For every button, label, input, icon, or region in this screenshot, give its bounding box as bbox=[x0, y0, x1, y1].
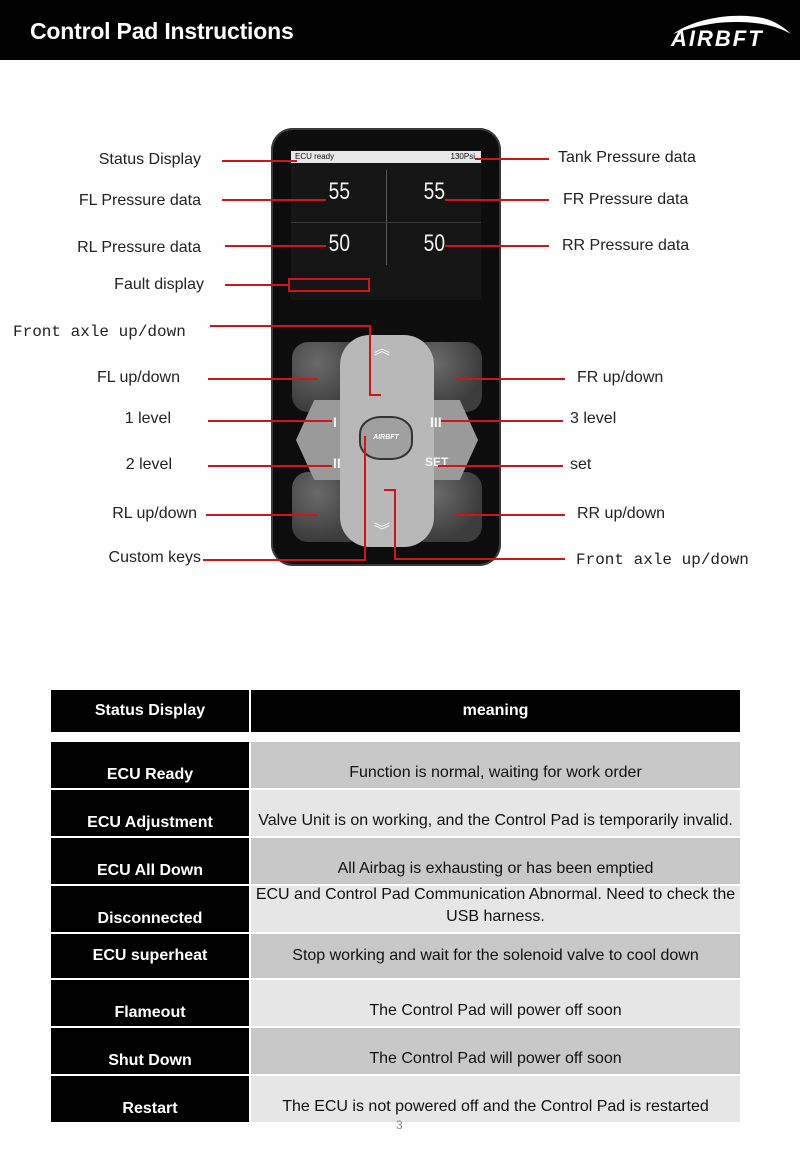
leader-line bbox=[225, 284, 288, 286]
leader-line bbox=[384, 489, 396, 491]
callout-fault-display: Fault display bbox=[114, 276, 204, 293]
table-row: Flameout The Control Pad will power off … bbox=[51, 980, 740, 1028]
callout-fl-up-down: FL up/down bbox=[96, 369, 180, 386]
callout-level1: 1 level bbox=[124, 410, 171, 427]
tank-pressure-value: 130Psi bbox=[450, 152, 475, 161]
meaning-cell: The Control Pad will power off soon bbox=[251, 1028, 740, 1076]
leader-line bbox=[210, 325, 370, 327]
leader-line bbox=[364, 436, 366, 561]
meaning-cell: All Airbag is exhausting or has been emp… bbox=[251, 838, 740, 886]
page-number: 3 bbox=[396, 1118, 403, 1132]
table-row: ECU Adjustment Valve Unit is on working,… bbox=[51, 790, 740, 838]
leader-line bbox=[456, 514, 565, 516]
custom-key[interactable]: AIRBFT bbox=[359, 416, 413, 460]
status-cell: ECU Adjustment bbox=[51, 790, 251, 838]
status-cell: ECU superheat bbox=[51, 934, 251, 980]
meaning-cell: Stop working and wait for the solenoid v… bbox=[251, 934, 740, 980]
callout-status-display: Status Display bbox=[98, 151, 201, 168]
leader-line bbox=[441, 420, 563, 422]
callout-tank-pressure: Tank Pressure data bbox=[558, 149, 696, 166]
table-row: Disconnected ECU and Control Pad Communi… bbox=[51, 886, 740, 934]
status-cell: Restart bbox=[51, 1076, 251, 1124]
front-axle-up-key[interactable]: ︽ bbox=[362, 342, 402, 358]
callout-fl-pressure: FL Pressure data bbox=[78, 192, 201, 209]
status-cell: Shut Down bbox=[51, 1028, 251, 1076]
fl-pressure-value: 55 bbox=[328, 178, 351, 205]
column-header-status: Status Display bbox=[51, 690, 251, 734]
leader-line bbox=[203, 559, 365, 561]
callout-rl-pressure: RL Pressure data bbox=[77, 239, 201, 256]
level3-key[interactable]: III bbox=[430, 414, 442, 430]
callout-level3: 3 level bbox=[570, 410, 617, 427]
column-header-meaning: meaning bbox=[251, 690, 740, 734]
leader-line bbox=[438, 465, 563, 467]
screen-divider-horizontal bbox=[291, 222, 481, 223]
leader-line bbox=[206, 514, 318, 516]
leader-line bbox=[208, 420, 332, 422]
status-display: ECU ready 130Psi bbox=[291, 151, 481, 163]
leader-line bbox=[208, 378, 318, 380]
leader-line bbox=[394, 489, 396, 560]
callout-custom-keys: Custom keys bbox=[108, 549, 201, 566]
callout-front-axle-right: Front axle up/down bbox=[576, 551, 749, 569]
meaning-cell: Valve Unit is on working, and the Contro… bbox=[251, 790, 740, 838]
callout-fr-pressure: FR Pressure data bbox=[563, 191, 689, 208]
table-row: ECU Ready Function is normal, waiting fo… bbox=[51, 742, 740, 790]
screen-divider-vertical bbox=[386, 170, 387, 265]
table-row: ECU superheat Stop working and wait for … bbox=[51, 934, 740, 980]
leader-line bbox=[456, 378, 565, 380]
rear-axle-down-key[interactable]: ︾ bbox=[362, 524, 402, 540]
leader-line bbox=[445, 245, 549, 247]
leader-line bbox=[475, 158, 549, 160]
table-row: ECU All Down All Airbag is exhausting or… bbox=[51, 838, 740, 886]
leader-line bbox=[395, 558, 565, 560]
control-pad-diagram: ECU ready 130Psi 55 55 50 50 ︽ ︾ I II II… bbox=[0, 0, 800, 600]
table-row: Shut Down The Control Pad will power off… bbox=[51, 1028, 740, 1076]
callout-front-axle-left: Front axle up/down bbox=[13, 323, 186, 341]
leader-line bbox=[225, 245, 326, 247]
fr-pressure-value: 55 bbox=[423, 178, 446, 205]
table-header-row: Status Display meaning bbox=[51, 690, 740, 738]
rr-pressure-value: 50 bbox=[423, 230, 446, 257]
fault-display bbox=[288, 278, 370, 292]
meaning-cell: ECU and Control Pad Communication Abnorm… bbox=[251, 886, 740, 934]
status-cell: Disconnected bbox=[51, 886, 251, 934]
leader-line bbox=[445, 199, 549, 201]
table-row: Restart The ECU is not powered off and t… bbox=[51, 1076, 740, 1124]
level2-key[interactable]: II bbox=[333, 455, 341, 471]
level1-key[interactable]: I bbox=[333, 414, 337, 430]
rl-pressure-value: 50 bbox=[328, 230, 351, 257]
meaning-cell: Function is normal, waiting for work ord… bbox=[251, 742, 740, 790]
callout-fr-up-down: FR up/down bbox=[577, 369, 664, 386]
status-text: ECU ready bbox=[295, 152, 335, 161]
callout-level2: 2 level bbox=[125, 456, 172, 473]
leader-line bbox=[369, 325, 371, 395]
meaning-cell: The ECU is not powered off and the Contr… bbox=[251, 1076, 740, 1124]
leader-line bbox=[222, 160, 297, 162]
leader-line bbox=[222, 199, 326, 201]
status-cell: ECU All Down bbox=[51, 838, 251, 886]
callout-rr-pressure: RR Pressure data bbox=[562, 237, 690, 254]
status-cell: Flameout bbox=[51, 980, 251, 1028]
leader-line bbox=[369, 394, 381, 396]
callout-rr-up-down: RR up/down bbox=[577, 505, 666, 522]
meaning-cell: The Control Pad will power off soon bbox=[251, 980, 740, 1028]
status-cell: ECU Ready bbox=[51, 742, 251, 790]
callout-set: set bbox=[570, 456, 592, 473]
callout-rl-up-down: RL up/down bbox=[112, 505, 197, 522]
leader-line bbox=[208, 465, 332, 467]
status-meaning-table: Status Display meaning ECU Ready Functio… bbox=[51, 690, 740, 1124]
